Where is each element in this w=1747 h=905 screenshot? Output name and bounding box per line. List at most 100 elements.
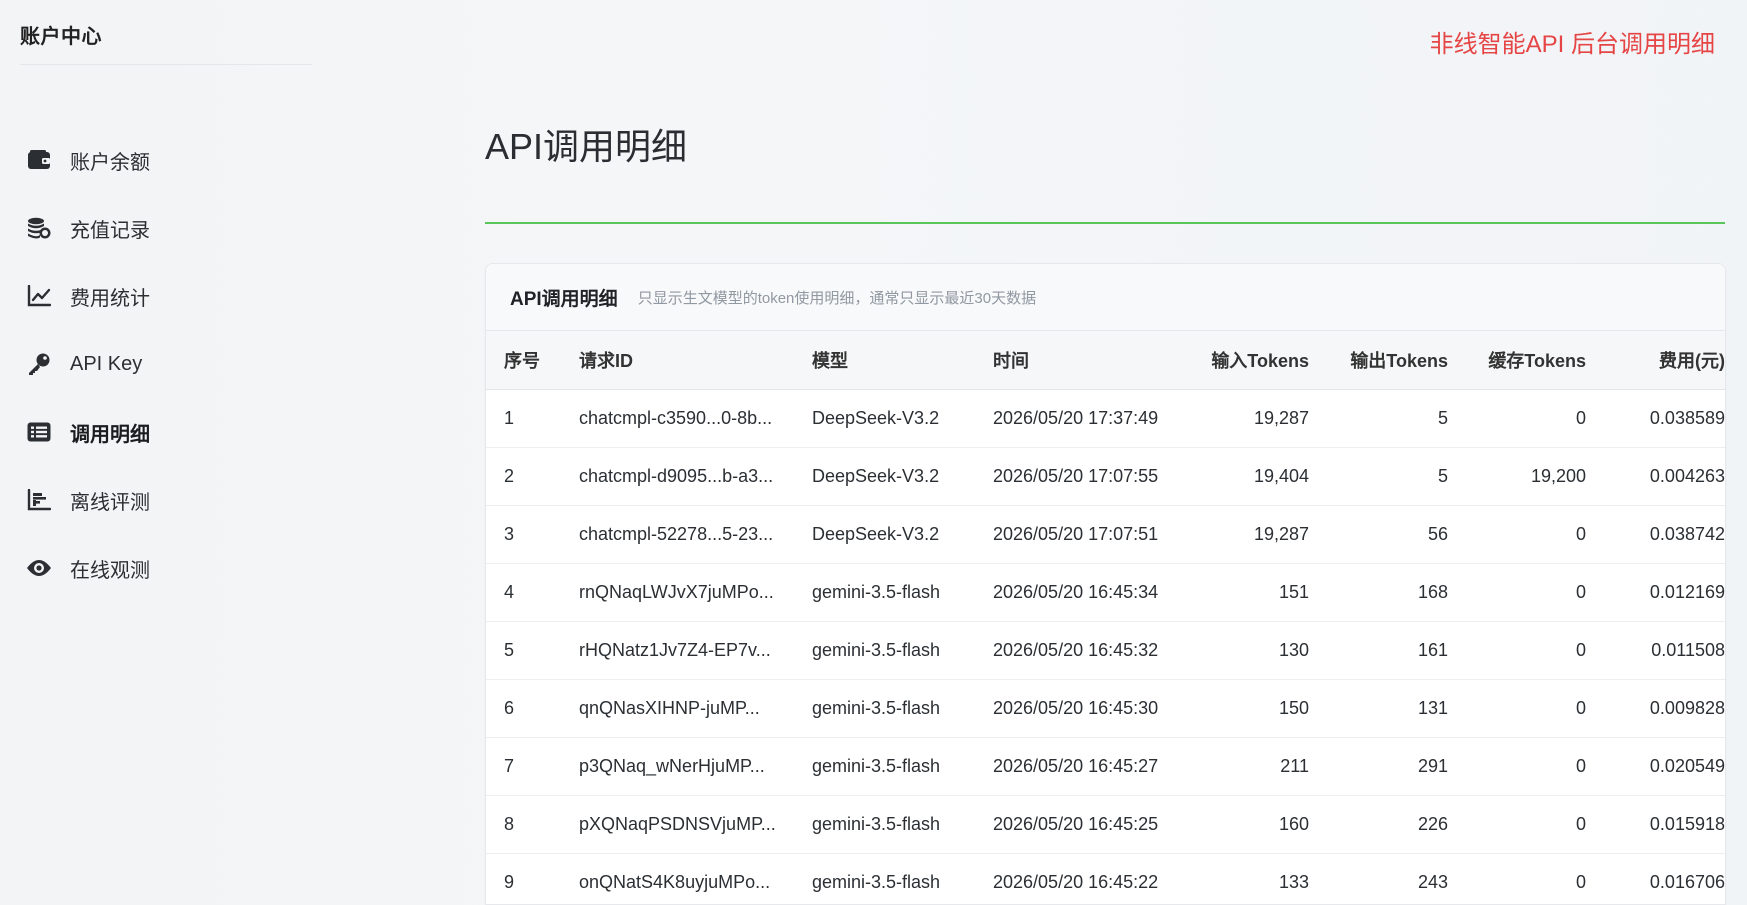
- header-banner: 非线智能API 后台调用明细: [1430, 24, 1715, 59]
- cell-request-id: chatcmpl-d9095...b-a3...: [579, 448, 812, 506]
- cell-cache-tokens: 0: [1448, 738, 1586, 796]
- cell-cost: 0.015918: [1586, 796, 1726, 854]
- cell-cache-tokens: 0: [1448, 506, 1586, 564]
- cell-model: gemini-3.5-flash: [812, 796, 993, 854]
- cell-cost: 0.020549: [1586, 738, 1726, 796]
- column-header-cost: 费用(元): [1586, 331, 1726, 390]
- cell-output-tokens: 291: [1309, 738, 1448, 796]
- column-header-input-tokens: 输入Tokens: [1207, 331, 1309, 390]
- cell-cost: 0.004263: [1586, 448, 1726, 506]
- cell-index: 7: [486, 738, 579, 796]
- cell-request-id: onQNatS4K8uyjuMPo...: [579, 854, 812, 905]
- cell-request-id: chatcmpl-52278...5-23...: [579, 506, 812, 564]
- title-divider: [485, 222, 1725, 224]
- cell-model: gemini-3.5-flash: [812, 680, 993, 738]
- cell-time: 2026/05/20 17:07:55: [993, 448, 1207, 506]
- details-card: API调用明细 只显示生文模型的token使用明细，通常只显示最近30天数据 序…: [485, 263, 1726, 905]
- cell-request-id: qnQNasXIHNP-juMP...: [579, 680, 812, 738]
- cell-cost: 0.038589: [1586, 390, 1726, 448]
- cell-model: DeepSeek-V3.2: [812, 506, 993, 564]
- list-icon: [26, 419, 52, 445]
- cell-model: gemini-3.5-flash: [812, 622, 993, 680]
- cell-time: 2026/05/20 16:45:30: [993, 680, 1207, 738]
- cell-index: 5: [486, 622, 579, 680]
- cell-index: 2: [486, 448, 579, 506]
- cell-cache-tokens: 0: [1448, 680, 1586, 738]
- cell-cost: 0.012169: [1586, 564, 1726, 622]
- sidebar-item-account-balance[interactable]: 账户余额: [0, 126, 330, 194]
- cell-time: 2026/05/20 16:45:32: [993, 622, 1207, 680]
- cell-output-tokens: 243: [1309, 854, 1448, 905]
- cell-model: DeepSeek-V3.2: [812, 390, 993, 448]
- sidebar: 账户中心 账户余额: [0, 0, 330, 893]
- table-row: 2 chatcmpl-d9095...b-a3... DeepSeek-V3.2…: [486, 448, 1726, 506]
- cell-input-tokens: 211: [1207, 738, 1309, 796]
- table-row: 7 p3QNaq_wNerHjuMP... gemini-3.5-flash 2…: [486, 738, 1726, 796]
- sidebar-item-cost-statistics[interactable]: 费用统计: [0, 262, 330, 330]
- cell-input-tokens: 130: [1207, 622, 1309, 680]
- line-chart-icon: [26, 283, 52, 309]
- sidebar-item-label: 调用明细: [70, 418, 150, 447]
- cell-time: 2026/05/20 17:37:49: [993, 390, 1207, 448]
- table-row: 9 onQNatS4K8uyjuMPo... gemini-3.5-flash …: [486, 854, 1726, 905]
- cell-input-tokens: 150: [1207, 680, 1309, 738]
- column-header-request-id: 请求ID: [579, 331, 812, 390]
- sidebar-divider: [20, 64, 312, 65]
- bar-chart-icon: [26, 487, 52, 513]
- sidebar-item-label: 费用统计: [70, 282, 150, 311]
- sidebar-item-online-monitoring[interactable]: 在线观测: [0, 534, 330, 602]
- page-title: API调用明细: [485, 118, 687, 170]
- sidebar-nav: 账户余额 充值记录 费用统计: [0, 126, 330, 602]
- sidebar-item-api-key[interactable]: API Key: [0, 330, 330, 398]
- cell-time: 2026/05/20 17:07:51: [993, 506, 1207, 564]
- table-row: 8 pXQNaqPSDNSVjuMP... gemini-3.5-flash 2…: [486, 796, 1726, 854]
- sidebar-item-label: 在线观测: [70, 554, 150, 583]
- table-row: 3 chatcmpl-52278...5-23... DeepSeek-V3.2…: [486, 506, 1726, 564]
- cell-input-tokens: 151: [1207, 564, 1309, 622]
- table-row: 6 qnQNasXIHNP-juMP... gemini-3.5-flash 2…: [486, 680, 1726, 738]
- table-row: 4 rnQNaqLWJvX7juMPo... gemini-3.5-flash …: [486, 564, 1726, 622]
- cell-input-tokens: 133: [1207, 854, 1309, 905]
- cell-index: 8: [486, 796, 579, 854]
- cell-request-id: p3QNaq_wNerHjuMP...: [579, 738, 812, 796]
- cell-cache-tokens: 0: [1448, 854, 1586, 905]
- sidebar-item-offline-evaluation[interactable]: 离线评测: [0, 466, 330, 534]
- cell-input-tokens: 19,404: [1207, 448, 1309, 506]
- cell-cache-tokens: 19,200: [1448, 448, 1586, 506]
- cell-cost: 0.011508: [1586, 622, 1726, 680]
- sidebar-item-recharge-records[interactable]: 充值记录: [0, 194, 330, 262]
- cell-output-tokens: 226: [1309, 796, 1448, 854]
- cell-index: 1: [486, 390, 579, 448]
- cell-input-tokens: 19,287: [1207, 390, 1309, 448]
- column-header-model: 模型: [812, 331, 993, 390]
- call-details-table: 序号 请求ID 模型 时间 输入Tokens 输出Tokens 缓存Tokens…: [486, 331, 1726, 905]
- cell-index: 9: [486, 854, 579, 905]
- cell-cost: 0.038742: [1586, 506, 1726, 564]
- column-header-index: 序号: [486, 331, 579, 390]
- cell-request-id: pXQNaqPSDNSVjuMP...: [579, 796, 812, 854]
- cell-cache-tokens: 0: [1448, 390, 1586, 448]
- cell-model: gemini-3.5-flash: [812, 738, 993, 796]
- cell-request-id: rHQNatz1Jv7Z4-EP7v...: [579, 622, 812, 680]
- cell-time: 2026/05/20 16:45:34: [993, 564, 1207, 622]
- cell-output-tokens: 5: [1309, 390, 1448, 448]
- key-icon: [26, 351, 52, 377]
- sidebar-item-label: API Key: [70, 353, 142, 376]
- sidebar-item-call-details[interactable]: 调用明细: [0, 398, 330, 466]
- table-header-row: 序号 请求ID 模型 时间 输入Tokens 输出Tokens 缓存Tokens…: [486, 331, 1726, 390]
- cell-output-tokens: 5: [1309, 448, 1448, 506]
- sidebar-item-label: 账户余额: [70, 146, 150, 175]
- cell-model: gemini-3.5-flash: [812, 564, 993, 622]
- cell-request-id: rnQNaqLWJvX7juMPo...: [579, 564, 812, 622]
- cell-index: 4: [486, 564, 579, 622]
- wallet-icon: [26, 147, 52, 173]
- column-header-output-tokens: 输出Tokens: [1309, 331, 1448, 390]
- cell-index: 3: [486, 506, 579, 564]
- cell-model: DeepSeek-V3.2: [812, 448, 993, 506]
- table-row: 5 rHQNatz1Jv7Z4-EP7v... gemini-3.5-flash…: [486, 622, 1726, 680]
- cell-time: 2026/05/20 16:45:22: [993, 854, 1207, 905]
- card-title: API调用明细: [510, 284, 618, 311]
- cell-output-tokens: 56: [1309, 506, 1448, 564]
- cell-time: 2026/05/20 16:45:27: [993, 738, 1207, 796]
- sidebar-item-label: 充值记录: [70, 214, 150, 243]
